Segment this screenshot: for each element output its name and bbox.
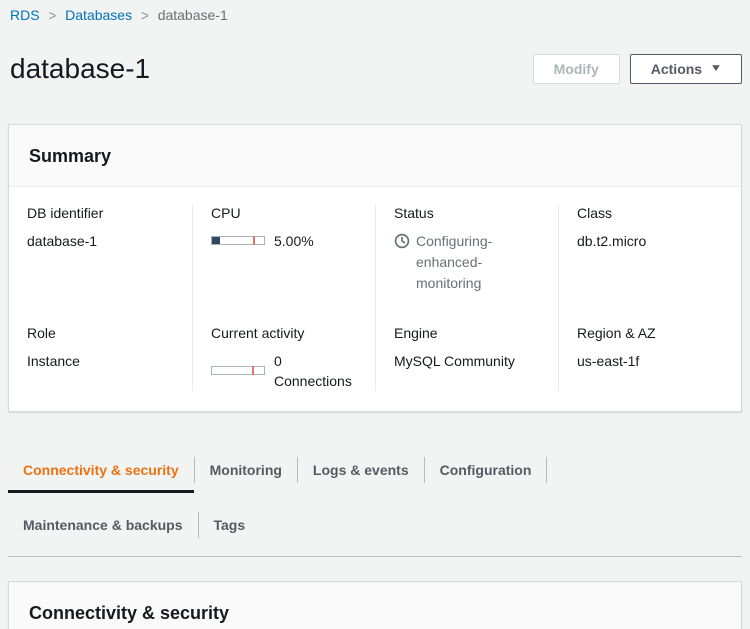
summary-grid: DB identifier database-1 CPU 5.00% Statu… bbox=[9, 187, 741, 411]
connections-value: 0 Connections bbox=[274, 351, 357, 391]
cpu-value: 5.00% bbox=[274, 231, 314, 251]
summary-field-db-identifier: DB identifier database-1 bbox=[9, 204, 192, 324]
field-label: Region & AZ bbox=[577, 324, 723, 342]
field-label: Class bbox=[577, 204, 723, 222]
field-label: Engine bbox=[394, 324, 540, 342]
tab-row-1: Connectivity & security Monitoring Logs … bbox=[8, 448, 742, 493]
connections-meter-threshold-tick bbox=[252, 366, 254, 375]
breadcrumb: RDS > Databases > database-1 bbox=[0, 0, 750, 23]
connections-meter bbox=[211, 366, 265, 375]
field-value: db.t2.micro bbox=[577, 231, 723, 251]
summary-panel: Summary DB identifier database-1 CPU 5.0… bbox=[8, 124, 742, 412]
cpu-meter-fill bbox=[212, 237, 220, 244]
tab-maintenance-backups[interactable]: Maintenance & backups bbox=[8, 508, 198, 542]
tab-connectivity-security[interactable]: Connectivity & security bbox=[8, 448, 194, 493]
connections-meter-row: 0 Connections bbox=[211, 351, 357, 391]
actions-button[interactable]: Actions ▼ bbox=[630, 54, 742, 84]
summary-field-engine: Engine MySQL Community bbox=[375, 324, 558, 391]
status-value: Configuring-enhanced-monitoring bbox=[416, 231, 540, 294]
tab-configuration[interactable]: Configuration bbox=[425, 448, 547, 493]
tab-divider bbox=[546, 457, 547, 483]
summary-field-role: Role Instance bbox=[9, 324, 192, 391]
connectivity-security-panel-title: Connectivity & security bbox=[9, 582, 741, 629]
breadcrumb-link-rds[interactable]: RDS bbox=[10, 7, 40, 23]
field-label: CPU bbox=[211, 204, 357, 222]
summary-field-class: Class db.t2.micro bbox=[558, 204, 741, 324]
cpu-meter-threshold-tick bbox=[253, 236, 255, 245]
page-title: database-1 bbox=[10, 53, 533, 85]
field-value: MySQL Community bbox=[394, 351, 540, 371]
tab-monitoring[interactable]: Monitoring bbox=[195, 448, 297, 493]
summary-field-current-activity: Current activity 0 Connections bbox=[192, 324, 375, 391]
field-value: database-1 bbox=[27, 231, 174, 251]
tab-bar: Connectivity & security Monitoring Logs … bbox=[8, 448, 742, 557]
cpu-meter-row: 5.00% bbox=[211, 231, 357, 251]
tab-logs-events[interactable]: Logs & events bbox=[298, 448, 424, 493]
tab-row-2: Maintenance & backups Tags bbox=[8, 508, 742, 542]
pending-clock-icon bbox=[394, 233, 410, 255]
connectivity-security-panel: Connectivity & security Endpoint & port … bbox=[8, 581, 742, 629]
tab-tags[interactable]: Tags bbox=[199, 508, 261, 542]
actions-button-label: Actions bbox=[651, 61, 702, 77]
field-value: Instance bbox=[27, 351, 174, 371]
breadcrumb-link-databases[interactable]: Databases bbox=[65, 7, 132, 23]
field-label: Status bbox=[394, 204, 540, 222]
field-label: Role bbox=[27, 324, 174, 342]
breadcrumb-separator-icon: > bbox=[141, 6, 149, 23]
summary-field-region-az: Region & AZ us-east-1f bbox=[558, 324, 741, 391]
cpu-meter bbox=[211, 236, 265, 245]
breadcrumb-separator-icon: > bbox=[49, 6, 57, 23]
status-row: Configuring-enhanced-monitoring bbox=[394, 231, 540, 294]
page-header: database-1 Modify Actions ▼ bbox=[10, 34, 742, 104]
summary-panel-title: Summary bbox=[9, 125, 741, 187]
summary-field-status: Status Configuring-enhanced-monitoring bbox=[375, 204, 558, 324]
breadcrumb-current: database-1 bbox=[158, 7, 228, 23]
summary-field-cpu: CPU 5.00% bbox=[192, 204, 375, 324]
field-label: DB identifier bbox=[27, 204, 174, 222]
field-value: us-east-1f bbox=[577, 351, 723, 371]
field-label: Current activity bbox=[211, 324, 357, 342]
caret-down-icon: ▼ bbox=[710, 63, 723, 74]
modify-button[interactable]: Modify bbox=[533, 54, 620, 84]
